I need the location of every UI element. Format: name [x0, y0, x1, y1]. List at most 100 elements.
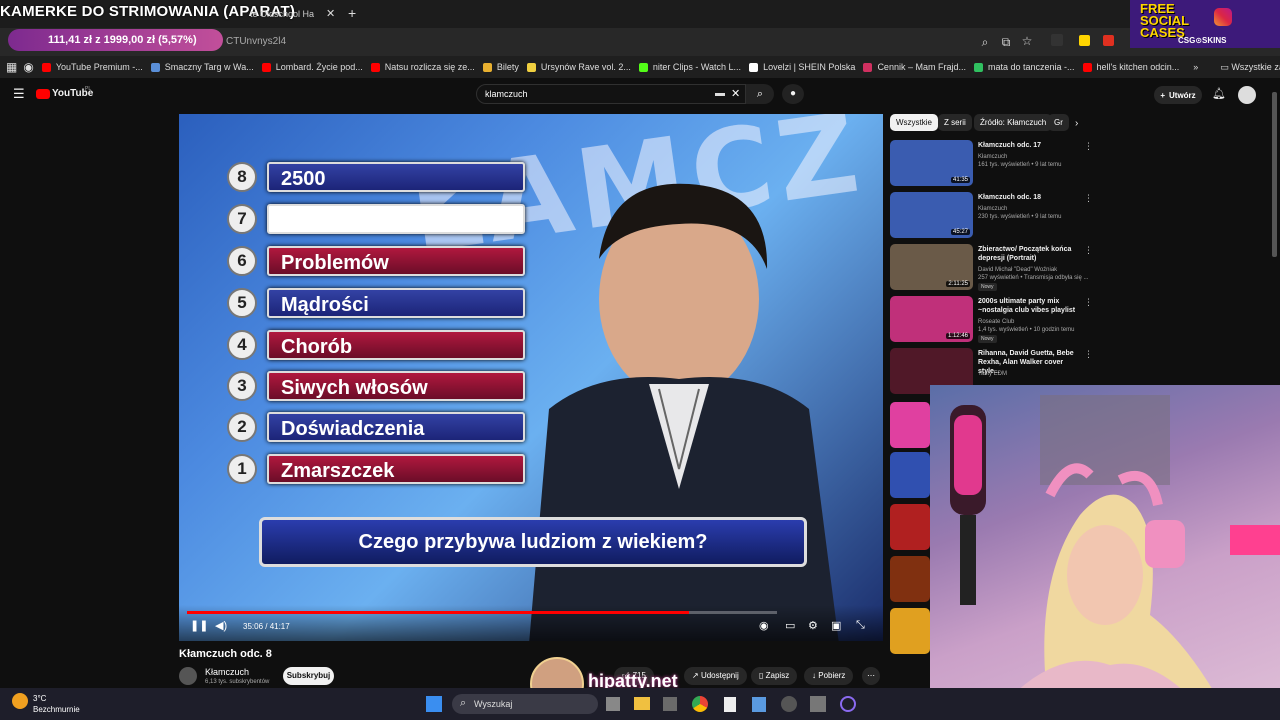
filter-chip[interactable]: Wszystkie — [890, 114, 938, 131]
related-thumbnail[interactable]: 41:35 — [890, 140, 973, 186]
related-meta: 1,4 tys. wyświetleń • 10 godzin temu — [978, 327, 1075, 333]
bookmark-label: Lovelzi | SHEIN Polska — [763, 62, 856, 72]
more-bookmarks-icon[interactable]: » — [1193, 62, 1198, 72]
menu-icon[interactable]: ☰ — [13, 86, 25, 102]
weather-icon[interactable] — [12, 693, 28, 709]
task-view-icon[interactable] — [606, 697, 620, 711]
bookmark-star-icon[interactable]: ☆ — [1019, 34, 1035, 48]
related-channel[interactable]: Roseate Club — [978, 318, 1088, 326]
start-icon[interactable] — [426, 696, 442, 712]
notes-icon[interactable] — [752, 697, 766, 712]
related-thumbnail[interactable] — [890, 402, 930, 448]
pause-icon[interactable]: ❚❚ — [190, 619, 208, 632]
streamer-webcam — [930, 385, 1280, 720]
obs-icon[interactable] — [840, 696, 856, 712]
related-thumbnail[interactable] — [890, 608, 930, 654]
related-thumbnail[interactable] — [890, 452, 930, 498]
chrome-icon[interactable] — [692, 696, 708, 712]
related-thumbnail[interactable] — [890, 504, 930, 550]
bookmark-item[interactable]: mata do tanczenia -... — [973, 62, 1075, 72]
settings-gear-icon[interactable]: ⚙ — [808, 619, 818, 632]
more-options-icon[interactable]: ⋮ — [1084, 245, 1093, 256]
bookmark-item[interactable]: niter Clips - Watch L... — [638, 62, 741, 72]
related-thumbnail[interactable]: 1:12:46 — [890, 296, 973, 342]
url-field[interactable]: CTUnvnys2l4 — [226, 36, 286, 47]
mic-button[interactable]: ● — [782, 84, 804, 104]
download-button[interactable]: ↓ Pobierz — [804, 667, 854, 685]
more-options-icon[interactable]: ⋮ — [1084, 349, 1093, 360]
bookmark-item[interactable]: Cennik – Mam Frajd... — [863, 62, 966, 72]
search-input[interactable]: klamczuch — [476, 84, 746, 104]
more-options-icon[interactable]: ⋮ — [1084, 297, 1093, 308]
ladder-answer — [267, 204, 525, 234]
video-player[interactable]: ŁAMCZ 8250076Problemów5Mądrości4Chorób3S… — [179, 114, 883, 641]
bookmark-item[interactable]: Lombard. Życie pod... — [261, 62, 363, 72]
fullscreen-icon[interactable]: ⤡ — [856, 619, 865, 632]
subtitles-icon[interactable]: ▭ — [785, 619, 795, 632]
extension-icon[interactable] — [1079, 35, 1090, 46]
bookmark-item[interactable]: Lovelzi | SHEIN Polska — [749, 62, 855, 72]
new-tab-icon[interactable]: + — [348, 5, 356, 21]
notepad-icon[interactable] — [724, 697, 736, 712]
all-bookmarks-folder[interactable]: ▭ Wszystkie zakładki — [1220, 62, 1280, 73]
related-thumbnail[interactable]: 45:27 — [890, 192, 973, 238]
related-channel[interactable]: Tasty EDM — [978, 370, 1088, 378]
related-channel[interactable]: David Michał "Dead" Woźniak — [978, 266, 1088, 274]
channel-avatar[interactable] — [179, 667, 197, 685]
bookmark-item[interactable]: Natsu rozlicza się ze... — [370, 62, 475, 72]
related-title[interactable]: Kłamczuch odc. 17 — [978, 141, 1082, 150]
weather-widget[interactable]: 3°C Bezchmurnie — [33, 693, 80, 715]
file-explorer-icon[interactable] — [634, 697, 650, 710]
related-thumbnail[interactable] — [890, 556, 930, 602]
bookmark-folder-icon[interactable]: ◉ — [23, 60, 33, 74]
scrollbar[interactable] — [1272, 92, 1277, 257]
miniplayer-icon[interactable]: ▣ — [831, 619, 841, 632]
avatar[interactable] — [1238, 86, 1256, 104]
extension-icon[interactable] — [1051, 34, 1063, 46]
volume-icon[interactable]: ◀︎) — [215, 619, 227, 632]
chevron-right-icon[interactable]: › — [1075, 118, 1078, 129]
filter-chip[interactable]: Gr — [1048, 114, 1069, 131]
notifications-bell-icon[interactable]: 🔔︎ — [1212, 87, 1226, 100]
zoom-icon[interactable]: ⌕ — [977, 35, 993, 50]
share-button[interactable]: ↗ Udostępnij — [684, 667, 747, 685]
app-icon[interactable] — [781, 696, 797, 712]
browser-tab-label[interactable]: te Oldschool Ha — [250, 9, 314, 19]
more-options-icon[interactable]: ⋮ — [1084, 193, 1093, 204]
autoplay-toggle[interactable]: ◉ — [759, 619, 769, 632]
related-title[interactable]: Zbieractwo/ Początek końca depresji (Por… — [978, 245, 1082, 263]
filter-chip[interactable]: Z serii — [938, 114, 972, 131]
create-button[interactable]: + Utwórz — [1154, 86, 1202, 104]
search-button[interactable]: ⌕ — [746, 84, 774, 104]
related-title[interactable]: 2000s ultimate party mix ~nostalgia club… — [978, 297, 1082, 315]
youtube-logo-icon[interactable] — [36, 89, 50, 99]
related-title[interactable]: Kłamczuch odc. 18 — [978, 193, 1082, 202]
ladder-number: 2 — [227, 412, 257, 442]
install-icon[interactable]: ⧉ — [998, 35, 1014, 50]
more-actions-button[interactable]: ⋯ — [862, 667, 880, 685]
settings-icon[interactable] — [810, 696, 826, 712]
keyboard-icon[interactable]: ▬ — [715, 88, 725, 99]
store-icon[interactable] — [663, 697, 677, 711]
bookmark-item[interactable]: Ursynów Rave vol. 2... — [526, 62, 631, 72]
bookmark-item[interactable]: Smaczny Targ w Wa... — [150, 62, 254, 72]
bookmark-item[interactable]: Bilety — [482, 62, 519, 72]
channel-name[interactable]: Kłamczuch — [205, 667, 249, 677]
more-options-icon[interactable]: ⋮ — [1084, 141, 1093, 152]
subscribe-button[interactable]: Subskrybuj — [283, 667, 334, 685]
related-channel[interactable]: Kłamczuch — [978, 205, 1088, 213]
related-channel[interactable]: Kłamczuch — [978, 153, 1088, 161]
bookmark-item[interactable]: hell's kitchen odcin... — [1082, 62, 1179, 72]
taskbar-search[interactable]: Wyszukaj — [452, 694, 598, 714]
apps-grid-icon[interactable]: ▦ — [6, 60, 17, 74]
tab-close-icon[interactable]: ✕ — [326, 7, 335, 20]
related-meta: 257 wyświetleń • Transmisja odbyła się .… — [978, 275, 1088, 281]
bookmark-label: Smaczny Targ w Wa... — [164, 62, 254, 72]
bookmark-item[interactable]: YouTube Premium -... — [41, 62, 143, 72]
related-thumbnail[interactable]: 2:11:25 — [890, 244, 973, 290]
clear-search-icon[interactable]: ✕ — [731, 87, 740, 100]
save-button[interactable]: ▯ Zapisz — [751, 667, 798, 685]
bookmark-favicon-icon — [749, 62, 759, 72]
filter-chip[interactable]: Źródło: Kłamczuch — [974, 114, 1053, 131]
extension-icon[interactable] — [1103, 35, 1114, 46]
